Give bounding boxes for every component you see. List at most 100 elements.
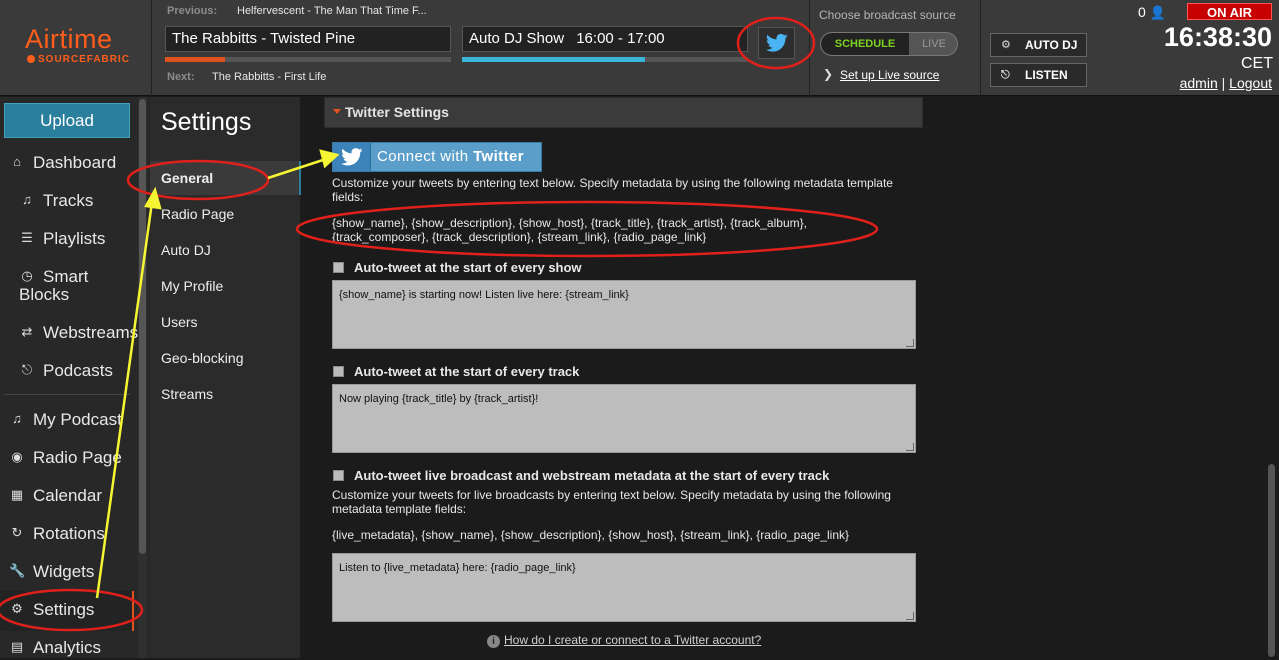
music-note-icon: ♫ [12, 411, 22, 426]
source-live-option[interactable]: LIVE [909, 33, 957, 55]
settings-sidebar: Settings General Radio Page Auto DJ My P… [150, 97, 301, 658]
list-icon: ☰ [21, 230, 33, 245]
nav-dashboard-label: Dashboard [33, 153, 117, 172]
current-show-time: 16:00 - 17:00 [576, 30, 665, 47]
track-progress-fill [165, 57, 226, 62]
nav-radio-page-label: Radio Page [33, 448, 122, 467]
music-note-icon: ♫ [22, 192, 32, 207]
auto-tweet-live-row: Auto-tweet live broadcast and webstream … [333, 468, 829, 483]
show-tweet-textarea[interactable]: {show_name} is starting now! Listen live… [332, 280, 916, 349]
twitter-help-row: i How do I create or connect to a Twitter… [487, 633, 761, 648]
resize-grip-icon[interactable] [906, 443, 914, 451]
twitter-button[interactable] [758, 27, 795, 59]
nav-settings-label: Settings [33, 600, 95, 619]
nav-podcasts[interactable]: ⎋ Podcasts [0, 361, 134, 383]
live-template-fields: {live_metadata}, {show_name}, {show_desc… [332, 528, 850, 542]
listener-count-value: 0 [1138, 4, 1146, 20]
track-tweet-text: Now playing {track_title} by {track_arti… [339, 393, 539, 405]
auto-dj-button[interactable]: ⚙ AUTO DJ [990, 33, 1087, 57]
current-show: Auto DJ Show [469, 30, 565, 47]
nav-my-podcast[interactable]: ♫ My Podcast [0, 410, 134, 432]
nav-tracks[interactable]: ♫ Tracks [0, 191, 134, 213]
twitter-settings-header[interactable]: Twitter Settings [324, 97, 923, 128]
nav-widgets[interactable]: 🔧 Widgets [0, 562, 134, 584]
tweet-template-fields: {show_name}, {show_description}, {show_h… [332, 216, 807, 244]
resize-grip-icon[interactable] [906, 612, 914, 620]
listen-button[interactable]: ⎋ LISTEN [990, 63, 1087, 87]
auto-tweet-show-row: Auto-tweet at the start of every show [333, 260, 582, 275]
twitter-bird-icon [333, 143, 371, 171]
nav-settings[interactable]: ⚙ Settings [0, 600, 134, 622]
twitter-bird-icon [766, 33, 788, 52]
settings-tab-my-profile[interactable]: My Profile [161, 278, 223, 294]
sidebar-scroll-thumb[interactable] [139, 99, 146, 554]
connect-twitter-button[interactable]: Connect with Twitter [332, 142, 542, 172]
page-scrollbar[interactable] [1265, 97, 1279, 658]
nav-my-podcast-label: My Podcast [33, 410, 122, 429]
nav-playlists[interactable]: ☰ Playlists [0, 229, 134, 251]
settings-tab-users[interactable]: Users [161, 314, 198, 330]
wrench-icon: 🔧 [9, 563, 26, 578]
logout-link[interactable]: Logout [1229, 75, 1272, 91]
nav-playlists-label: Playlists [43, 229, 106, 248]
collapse-triangle-icon [333, 109, 341, 114]
top-header: Airtime SOURCEFABRIC Previous: Helferves… [0, 0, 1279, 96]
nav-rotations-label: Rotations [33, 524, 105, 543]
settings-title: Settings [161, 108, 252, 136]
settings-tab-auto-dj[interactable]: Auto DJ [161, 242, 211, 258]
timezone: CET [1241, 55, 1273, 72]
help-question-icon: i [487, 635, 500, 648]
sidebar-scrollbar[interactable] [138, 97, 147, 658]
airtime-logo[interactable]: Airtime SOURCEFABRIC [0, 0, 152, 96]
listener-count[interactable]: 0 👤 [1138, 4, 1166, 21]
track-tweet-textarea[interactable]: Now playing {track_title} by {track_arti… [332, 384, 916, 453]
nav-webstreams[interactable]: ⇄ Webstreams [0, 323, 139, 345]
auto-tweet-live-checkbox[interactable] [333, 470, 344, 481]
next-label: Next: [167, 71, 195, 83]
settings-tab-radio-page[interactable]: Radio Page [161, 206, 234, 222]
source-schedule-option[interactable]: SCHEDULE [821, 33, 909, 55]
track-progress-bar [165, 57, 451, 62]
nav-dashboard[interactable]: ⌂ Dashboard [0, 153, 134, 175]
show-progress-bar [462, 57, 748, 62]
show-progress-fill [462, 57, 646, 62]
calendar-icon: ▦ [10, 487, 24, 502]
refresh-icon: ↻ [11, 525, 23, 540]
upload-button[interactable]: Upload [4, 103, 130, 138]
auto-tweet-track-checkbox[interactable] [333, 366, 344, 377]
settings-tab-streams[interactable]: Streams [161, 386, 213, 402]
user-links-separator: | [1221, 75, 1226, 91]
live-tweet-textarea[interactable]: Listen to {live_metadata} here: {radio_p… [332, 553, 916, 622]
setup-live-source-link[interactable]: Set up Live source [840, 68, 939, 82]
tweet-help-text: Customize your tweets by entering text b… [332, 176, 893, 204]
page-scroll-thumb[interactable] [1268, 464, 1275, 657]
gear-icon: ⚙ [11, 601, 23, 616]
nav-calendar[interactable]: ▦ Calendar [0, 486, 134, 508]
main-sidebar: Upload ⌂ Dashboard ♫ Tracks ☰ Playlists … [0, 97, 150, 658]
settings-tab-geo-blocking[interactable]: Geo-blocking [161, 350, 244, 366]
auto-tweet-show-checkbox[interactable] [333, 262, 344, 273]
nav-radio-page[interactable]: ◉ Radio Page [0, 448, 134, 470]
station-clock: 16:38:30 [1163, 22, 1272, 52]
now-playing-panel: Previous: Helfervescent - The Man That T… [152, 0, 810, 96]
nav-calendar-label: Calendar [33, 486, 102, 505]
nav-rotations[interactable]: ↻ Rotations [0, 524, 134, 546]
current-show-box: Auto DJ Show 16:00 - 17:00 [462, 26, 748, 52]
connect-brand: Twitter [473, 148, 524, 165]
connect-twitter-label: Connect with Twitter [377, 148, 524, 165]
twitter-help-link[interactable]: How do I create or connect to a Twitter … [504, 633, 761, 647]
current-track: The Rabbitts - Twisted Pine [172, 30, 356, 47]
source-switch[interactable]: SCHEDULE LIVE [820, 32, 958, 56]
nav-podcasts-label: Podcasts [43, 361, 113, 380]
nav-divider [4, 394, 130, 395]
nav-smart-label: Smart [43, 267, 89, 286]
settings-tab-general[interactable]: General [161, 170, 213, 186]
nav-smart-blocks[interactable]: ◷ Smart Blocks [0, 267, 134, 307]
nav-analytics[interactable]: ▤ Analytics [0, 638, 134, 660]
listen-label: LISTEN [1025, 68, 1068, 82]
user-account-link[interactable]: admin [1180, 75, 1218, 91]
clock-icon: ◷ [21, 268, 33, 283]
headphones-icon: ⎋ [21, 362, 33, 377]
resize-grip-icon[interactable] [906, 339, 914, 347]
user-links: admin | Logout [1150, 75, 1272, 91]
